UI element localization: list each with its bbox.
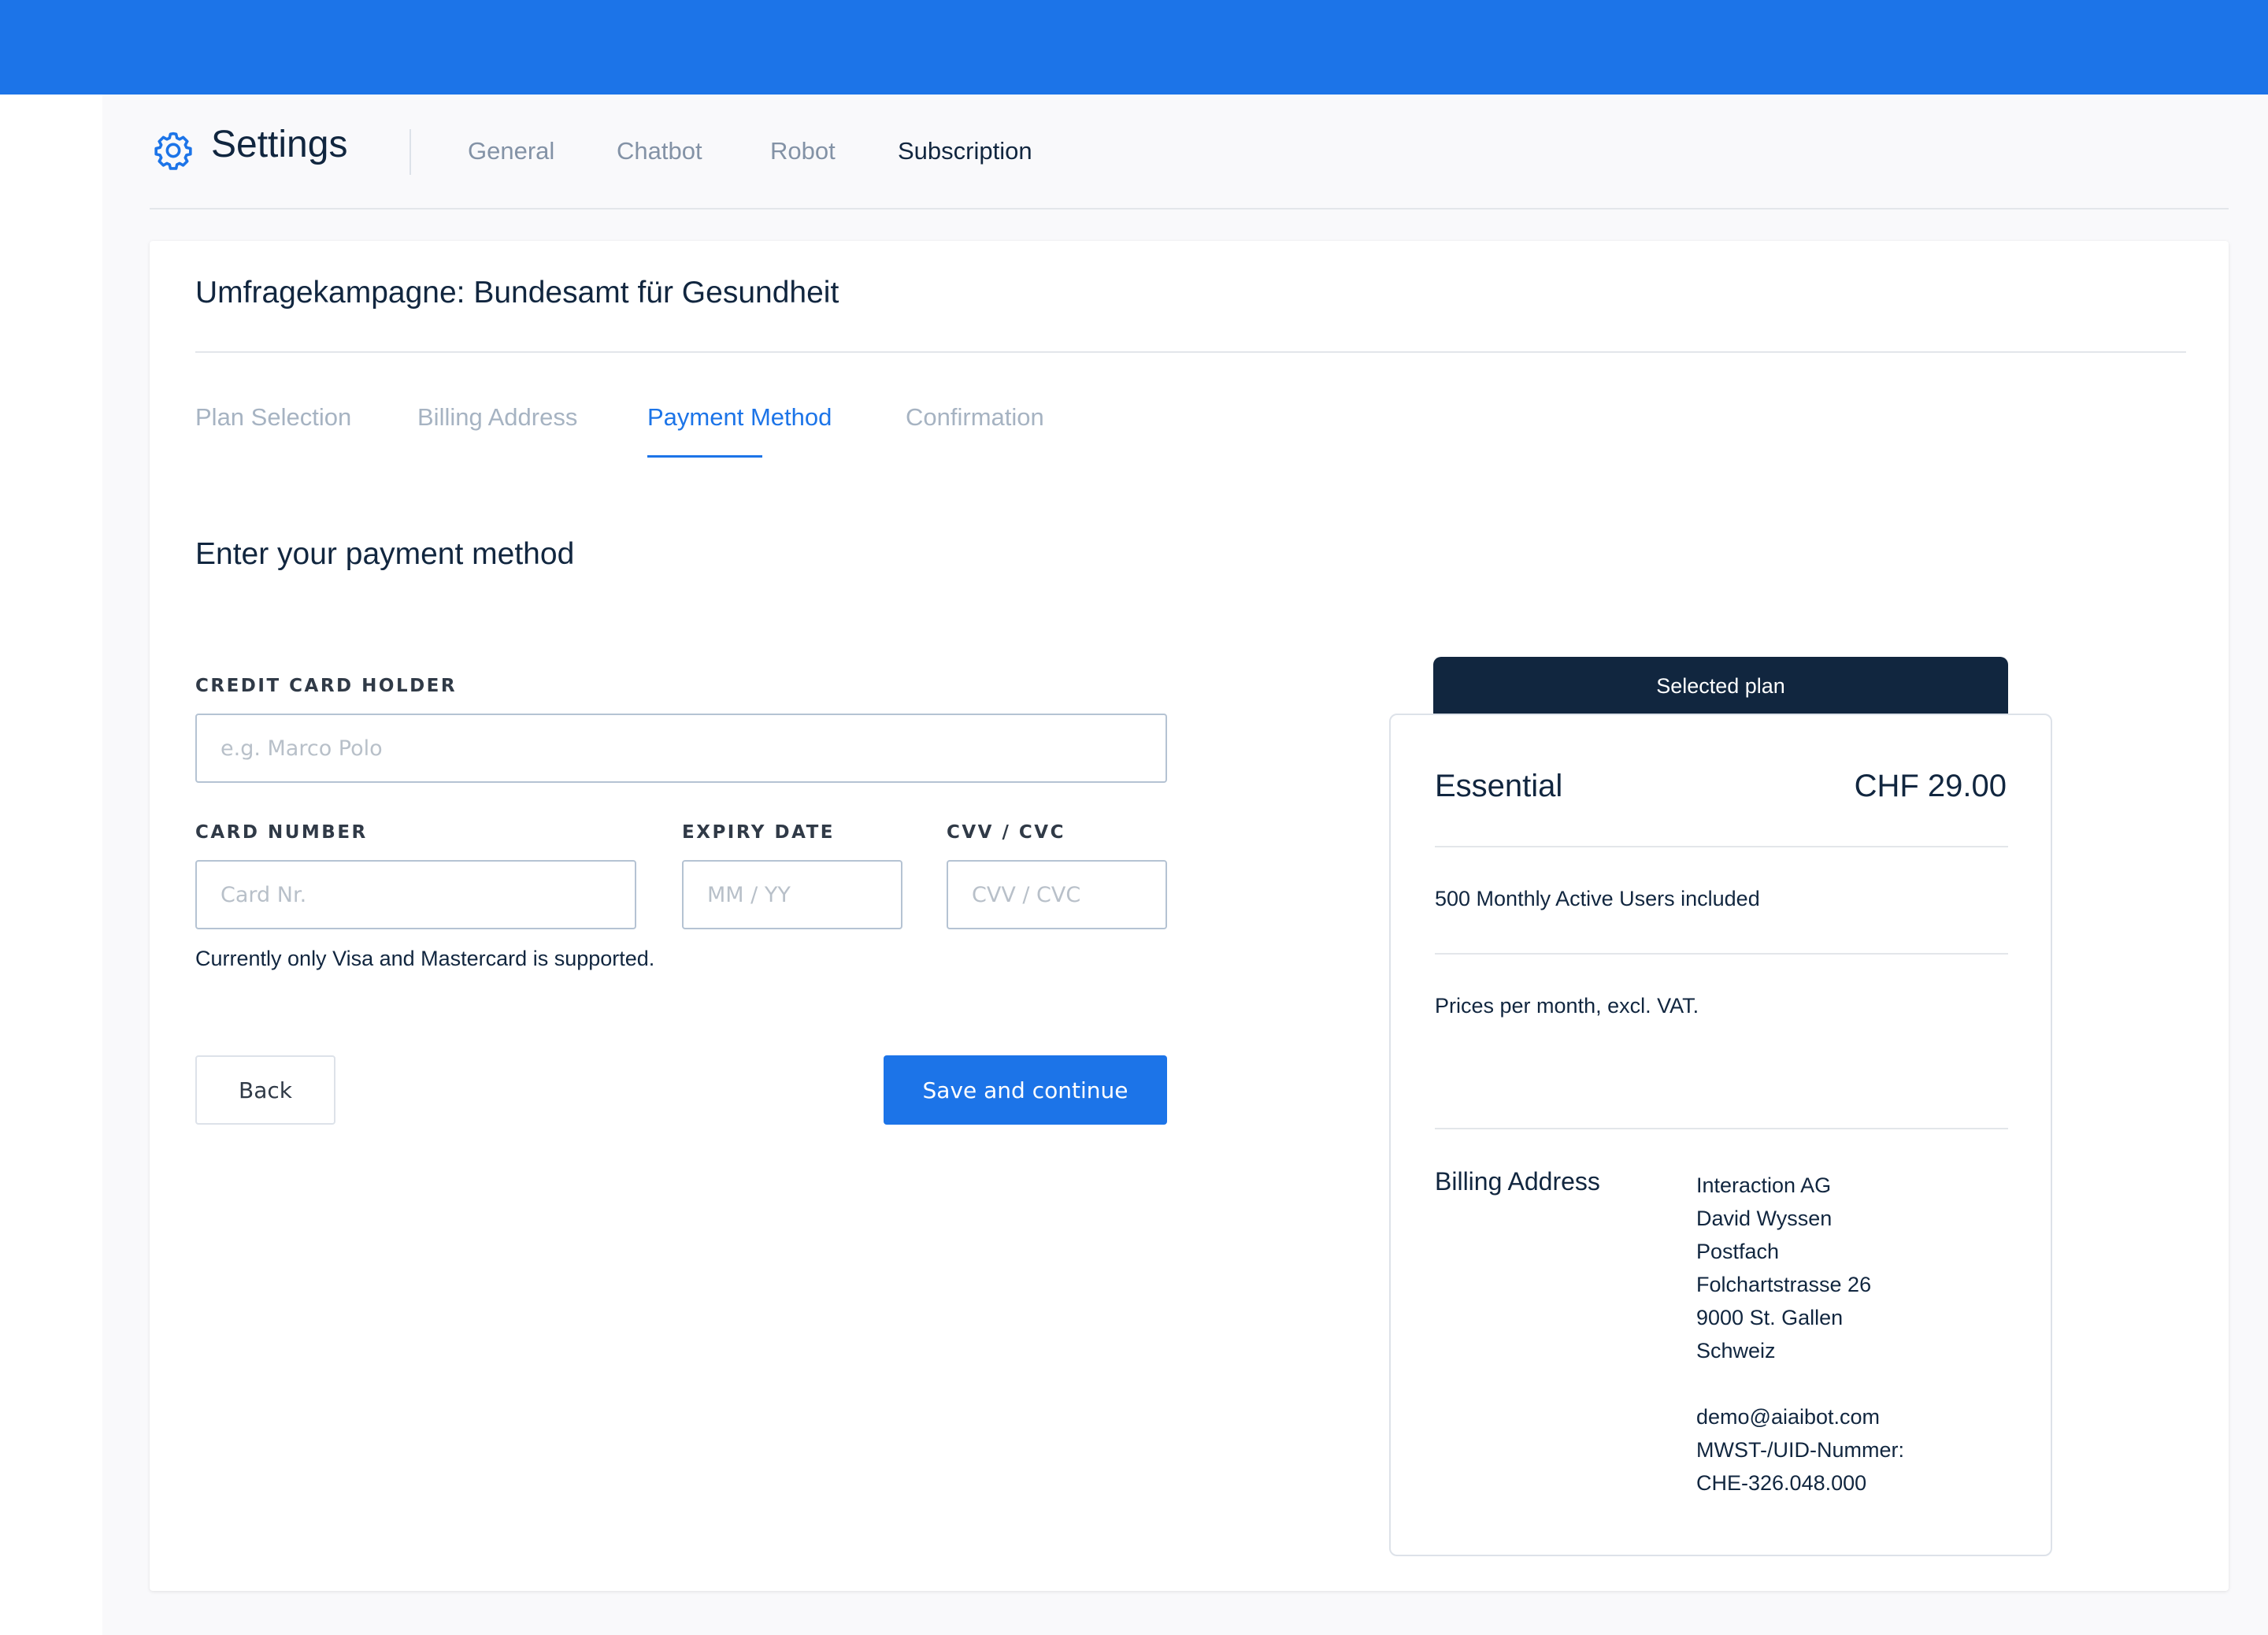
subscription-card: Umfragekampagne: Bundesamt für Gesundhei… <box>150 241 2229 1591</box>
billing-line: Postfach <box>1696 1240 1780 1263</box>
tab-subscription[interactable]: Subscription <box>898 137 1032 165</box>
plan-divider <box>1435 1128 2008 1129</box>
billing-line: Interaction AG <box>1696 1173 1832 1197</box>
expiry-date-label: EXPIRY DATE <box>682 822 835 843</box>
cvv-input[interactable] <box>947 860 1167 929</box>
card-number-input[interactable] <box>195 860 636 929</box>
tab-chatbot[interactable]: Chatbot <box>617 137 702 165</box>
billing-line: David Wyssen <box>1696 1207 1833 1230</box>
save-and-continue-button[interactable]: Save and continue <box>884 1055 1167 1125</box>
tab-robot[interactable]: Robot <box>770 137 836 165</box>
billing-line: 9000 St. Gallen <box>1696 1306 1844 1329</box>
header-rule <box>150 208 2229 209</box>
plan-price: CHF 29.00 <box>1854 769 2007 803</box>
step-billing-address[interactable]: Billing Address <box>417 403 577 432</box>
billing-email: demo@aiaibot.com <box>1696 1405 1881 1429</box>
plan-divider <box>1435 846 2008 847</box>
back-button[interactable]: Back <box>195 1055 335 1125</box>
selected-plan-header: Selected plan <box>1433 657 2008 715</box>
selected-plan-summary: Essential CHF 29.00 500 Monthly Active U… <box>1389 714 2052 1556</box>
plan-divider <box>1435 953 2008 955</box>
plan-users-included: 500 Monthly Active Users included <box>1435 887 1760 910</box>
tab-general[interactable]: General <box>468 137 554 165</box>
card-holder-label: CREDIT CARD HOLDER <box>195 676 458 696</box>
billing-address-label: Billing Address <box>1435 1167 1600 1196</box>
step-plan-selection[interactable]: Plan Selection <box>195 403 351 432</box>
section-title: Enter your payment method <box>195 537 575 571</box>
cvv-label: CVV / CVC <box>947 822 1065 843</box>
plan-prices-note: Prices per month, excl. VAT. <box>1435 994 1699 1018</box>
gear-icon <box>154 132 192 170</box>
campaign-title: Umfragekampagne: Bundesamt für Gesundhei… <box>195 276 839 310</box>
active-step-indicator <box>647 455 762 458</box>
top-app-bar <box>0 0 2268 95</box>
card-holder-input[interactable] <box>195 714 1167 783</box>
billing-line <box>1696 1367 1904 1400</box>
plan-name: Essential <box>1435 769 1563 803</box>
expiry-date-input[interactable] <box>682 860 902 929</box>
card-number-label: CARD NUMBER <box>195 822 368 843</box>
step-payment-method[interactable]: Payment Method <box>647 403 832 432</box>
left-sidebar-strip <box>0 95 102 1613</box>
page-title: Settings <box>211 124 348 165</box>
header-divider <box>410 129 411 175</box>
billing-line: MWST-/UID-Nummer: <box>1696 1438 1904 1462</box>
card-support-note: Currently only Visa and Mastercard is su… <box>195 947 655 970</box>
billing-line: Folchartstrasse 26 <box>1696 1273 1872 1296</box>
billing-line: Schweiz <box>1696 1339 1776 1362</box>
billing-address-details: Interaction AG David Wyssen Postfach Fol… <box>1696 1169 1904 1500</box>
step-confirmation[interactable]: Confirmation <box>906 403 1044 432</box>
billing-vat-number: CHE-326.048.000 <box>1696 1471 1867 1495</box>
card-divider <box>195 351 2186 353</box>
